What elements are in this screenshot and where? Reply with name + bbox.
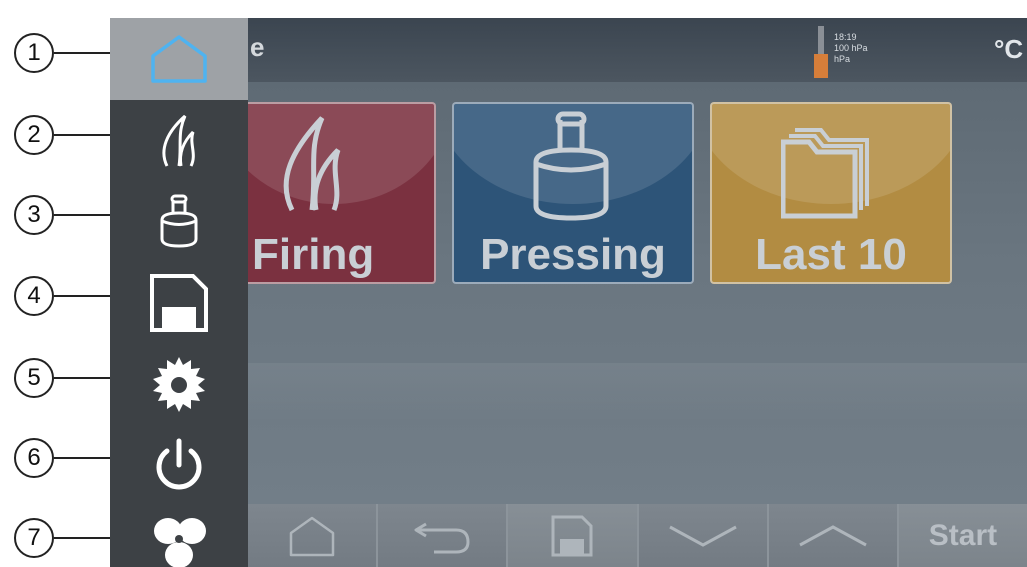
tile-label: Firing (252, 230, 375, 279)
menu-item-power[interactable] (110, 424, 248, 506)
bottom-toolbar: Start (248, 504, 1027, 567)
device-screen: e 18:19 100 hPa hPa °C Firing Pressing L… (110, 18, 1027, 567)
tile-pressing[interactable]: Pressing (452, 102, 694, 284)
press-icon (160, 194, 198, 248)
save-button[interactable] (508, 504, 639, 567)
save-icon (551, 515, 593, 556)
fan-icon (154, 518, 206, 567)
callout-number: 3 (14, 195, 54, 235)
callout-number: 6 (14, 438, 54, 478)
power-icon (156, 438, 202, 490)
status-pressure: 100 hPa (834, 43, 868, 53)
flame-icon (283, 116, 341, 212)
start-label: Start (928, 518, 998, 552)
menu-item-save[interactable] (110, 262, 248, 344)
menu-item-home[interactable] (110, 18, 248, 100)
home-icon (151, 35, 207, 83)
menu-item-settings[interactable] (110, 343, 248, 425)
menu-item-fan[interactable] (110, 501, 248, 567)
tile-last-10[interactable]: Last 10 (710, 102, 952, 284)
gear-icon (153, 357, 205, 412)
status-pressure-unit: hPa (834, 54, 851, 64)
side-menu (110, 18, 248, 567)
tile-label: Pressing (480, 230, 666, 279)
callout-number: 2 (14, 115, 54, 155)
menu-item-firing[interactable] (110, 100, 248, 182)
callout-number: 1 (14, 33, 54, 73)
status-time: 18:19 (834, 32, 857, 42)
home-icon (289, 516, 335, 556)
callout-number: 5 (14, 358, 54, 398)
start-button[interactable]: Start (898, 504, 1027, 567)
menu-item-pressing[interactable] (110, 180, 248, 262)
folder-stack-icon (781, 128, 869, 219)
save-icon (150, 274, 208, 332)
temperature-unit: °C (994, 34, 1024, 64)
callout-number: 4 (14, 276, 54, 316)
thermometer-icon (814, 26, 828, 78)
scroll-up-button[interactable] (768, 504, 899, 567)
scroll-down-button[interactable] (638, 504, 769, 567)
callout-number: 7 (14, 518, 54, 558)
chevron-down-icon (668, 525, 737, 547)
home-button[interactable] (248, 504, 379, 567)
tile-firing[interactable]: Firing (232, 102, 436, 284)
status-readout: 18:19 100 hPa hPa (834, 32, 868, 65)
tile-label: Last 10 (755, 230, 907, 279)
flame-icon (162, 114, 195, 167)
chevron-up-icon (799, 524, 867, 546)
back-icon (414, 522, 470, 553)
back-button[interactable] (378, 504, 509, 567)
press-icon (533, 111, 609, 221)
page-title: e (250, 32, 265, 62)
